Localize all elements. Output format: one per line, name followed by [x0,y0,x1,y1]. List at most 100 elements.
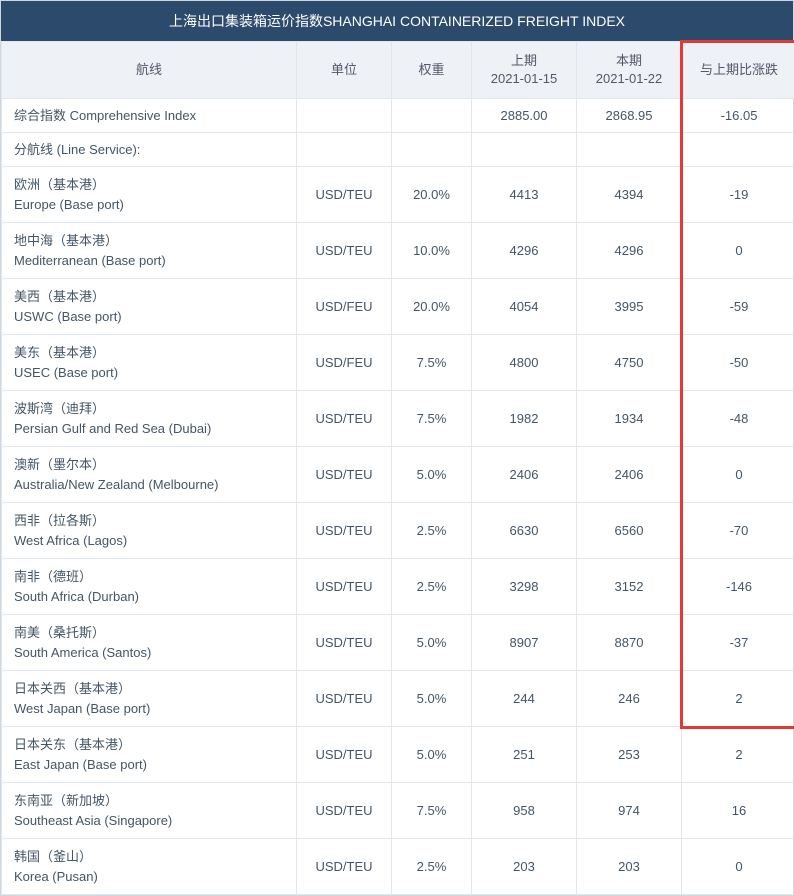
comprehensive-label: 综合指数 Comprehensive Index [2,99,297,133]
route-name: 南非（德班）South Africa (Durban) [2,559,297,615]
route-weight: 20.0% [392,279,472,335]
route-change: -146 [682,559,794,615]
route-prev: 4054 [472,279,577,335]
route-name: 韩国（釜山）Korea (Pusan) [2,839,297,895]
header-curr: 本期 2021-01-22 [577,42,682,99]
table-row: 美东（基本港）USEC (Base port)USD/FEU7.5%480047… [2,335,794,391]
route-change: -48 [682,391,794,447]
comprehensive-prev: 2885.00 [472,99,577,133]
route-change: 2 [682,671,794,727]
route-weight: 7.5% [392,783,472,839]
table-row: 美西（基本港）USWC (Base port)USD/FEU20.0%40543… [2,279,794,335]
route-prev: 8907 [472,615,577,671]
route-weight: 10.0% [392,223,472,279]
route-weight: 2.5% [392,839,472,895]
route-prev: 3298 [472,559,577,615]
table-row: 日本关东（基本港）East Japan (Base port)USD/TEU5.… [2,727,794,783]
line-service-label: 分航线 (Line Service): [2,133,297,167]
page-title: 上海出口集装箱运价指数SHANGHAI CONTAINERIZED FREIGH… [1,1,793,41]
header-unit: 单位 [297,42,392,99]
table-row: 日本关西（基本港）West Japan (Base port)USD/TEU5.… [2,671,794,727]
route-unit: USD/TEU [297,447,392,503]
route-curr: 4750 [577,335,682,391]
route-weight: 5.0% [392,615,472,671]
route-name: 东南亚（新加坡）Southeast Asia (Singapore) [2,783,297,839]
comprehensive-curr: 2868.95 [577,99,682,133]
route-curr: 2406 [577,447,682,503]
route-weight: 2.5% [392,503,472,559]
header-prev-date: 2021-01-15 [491,71,558,86]
table-row: 南美（桑托斯）South America (Santos)USD/TEU5.0%… [2,615,794,671]
route-name: 日本关西（基本港）West Japan (Base port) [2,671,297,727]
route-curr: 3995 [577,279,682,335]
route-change: 16 [682,783,794,839]
route-weight: 5.0% [392,447,472,503]
route-curr: 1934 [577,391,682,447]
comprehensive-change: -16.05 [682,99,794,133]
header-curr-date: 2021-01-22 [596,71,663,86]
table-row: 南非（德班）South Africa (Durban)USD/TEU2.5%32… [2,559,794,615]
header-weight: 权重 [392,42,472,99]
route-unit: USD/TEU [297,391,392,447]
route-prev: 244 [472,671,577,727]
route-curr: 203 [577,839,682,895]
route-unit: USD/TEU [297,503,392,559]
route-curr: 8870 [577,615,682,671]
route-prev: 4413 [472,167,577,223]
route-change: 0 [682,839,794,895]
route-unit: USD/TEU [297,727,392,783]
route-prev: 4296 [472,223,577,279]
route-name: 日本关东（基本港）East Japan (Base port) [2,727,297,783]
route-weight: 20.0% [392,167,472,223]
route-unit: USD/TEU [297,223,392,279]
line-service-row: 分航线 (Line Service): [2,133,794,167]
route-weight: 7.5% [392,335,472,391]
route-curr: 246 [577,671,682,727]
route-curr: 3152 [577,559,682,615]
route-prev: 2406 [472,447,577,503]
route-name: 地中海（基本港）Mediterranean (Base port) [2,223,297,279]
table-row: 韩国（釜山）Korea (Pusan)USD/TEU2.5%2032030 [2,839,794,895]
route-prev: 1982 [472,391,577,447]
route-change: 0 [682,447,794,503]
route-curr: 4296 [577,223,682,279]
route-prev: 203 [472,839,577,895]
route-unit: USD/TEU [297,559,392,615]
route-name: 波斯湾（迪拜）Persian Gulf and Red Sea (Dubai) [2,391,297,447]
header-prev: 上期 2021-01-15 [472,42,577,99]
table-row: 东南亚（新加坡）Southeast Asia (Singapore)USD/TE… [2,783,794,839]
route-curr: 974 [577,783,682,839]
data-table: 航线 单位 权重 上期 2021-01-15 本期 2021-01-22 与上期… [1,41,794,895]
route-prev: 6630 [472,503,577,559]
route-weight: 7.5% [392,391,472,447]
table-row: 澳新（墨尔本）Australia/New Zealand (Melbourne)… [2,447,794,503]
route-change: -70 [682,503,794,559]
route-unit: USD/TEU [297,671,392,727]
table-row: 欧洲（基本港）Europe (Base port)USD/TEU20.0%441… [2,167,794,223]
route-weight: 5.0% [392,727,472,783]
route-name: 欧洲（基本港）Europe (Base port) [2,167,297,223]
table-row: 西非（拉各斯）West Africa (Lagos)USD/TEU2.5%663… [2,503,794,559]
header-prev-label: 上期 [511,53,537,68]
header-change: 与上期比涨跌 [682,42,794,99]
route-unit: USD/TEU [297,167,392,223]
route-name: 美西（基本港）USWC (Base port) [2,279,297,335]
route-unit: USD/TEU [297,615,392,671]
route-change: -19 [682,167,794,223]
route-change: -50 [682,335,794,391]
route-change: -59 [682,279,794,335]
route-unit: USD/TEU [297,783,392,839]
table-header-row: 航线 单位 权重 上期 2021-01-15 本期 2021-01-22 与上期… [2,42,794,99]
route-unit: USD/FEU [297,279,392,335]
freight-index-table: 上海出口集装箱运价指数SHANGHAI CONTAINERIZED FREIGH… [0,0,794,896]
header-route: 航线 [2,42,297,99]
route-curr: 6560 [577,503,682,559]
route-change: 2 [682,727,794,783]
route-unit: USD/TEU [297,839,392,895]
route-name: 澳新（墨尔本）Australia/New Zealand (Melbourne) [2,447,297,503]
route-curr: 4394 [577,167,682,223]
route-weight: 5.0% [392,671,472,727]
route-name: 南美（桑托斯）South America (Santos) [2,615,297,671]
route-prev: 251 [472,727,577,783]
route-name: 西非（拉各斯）West Africa (Lagos) [2,503,297,559]
